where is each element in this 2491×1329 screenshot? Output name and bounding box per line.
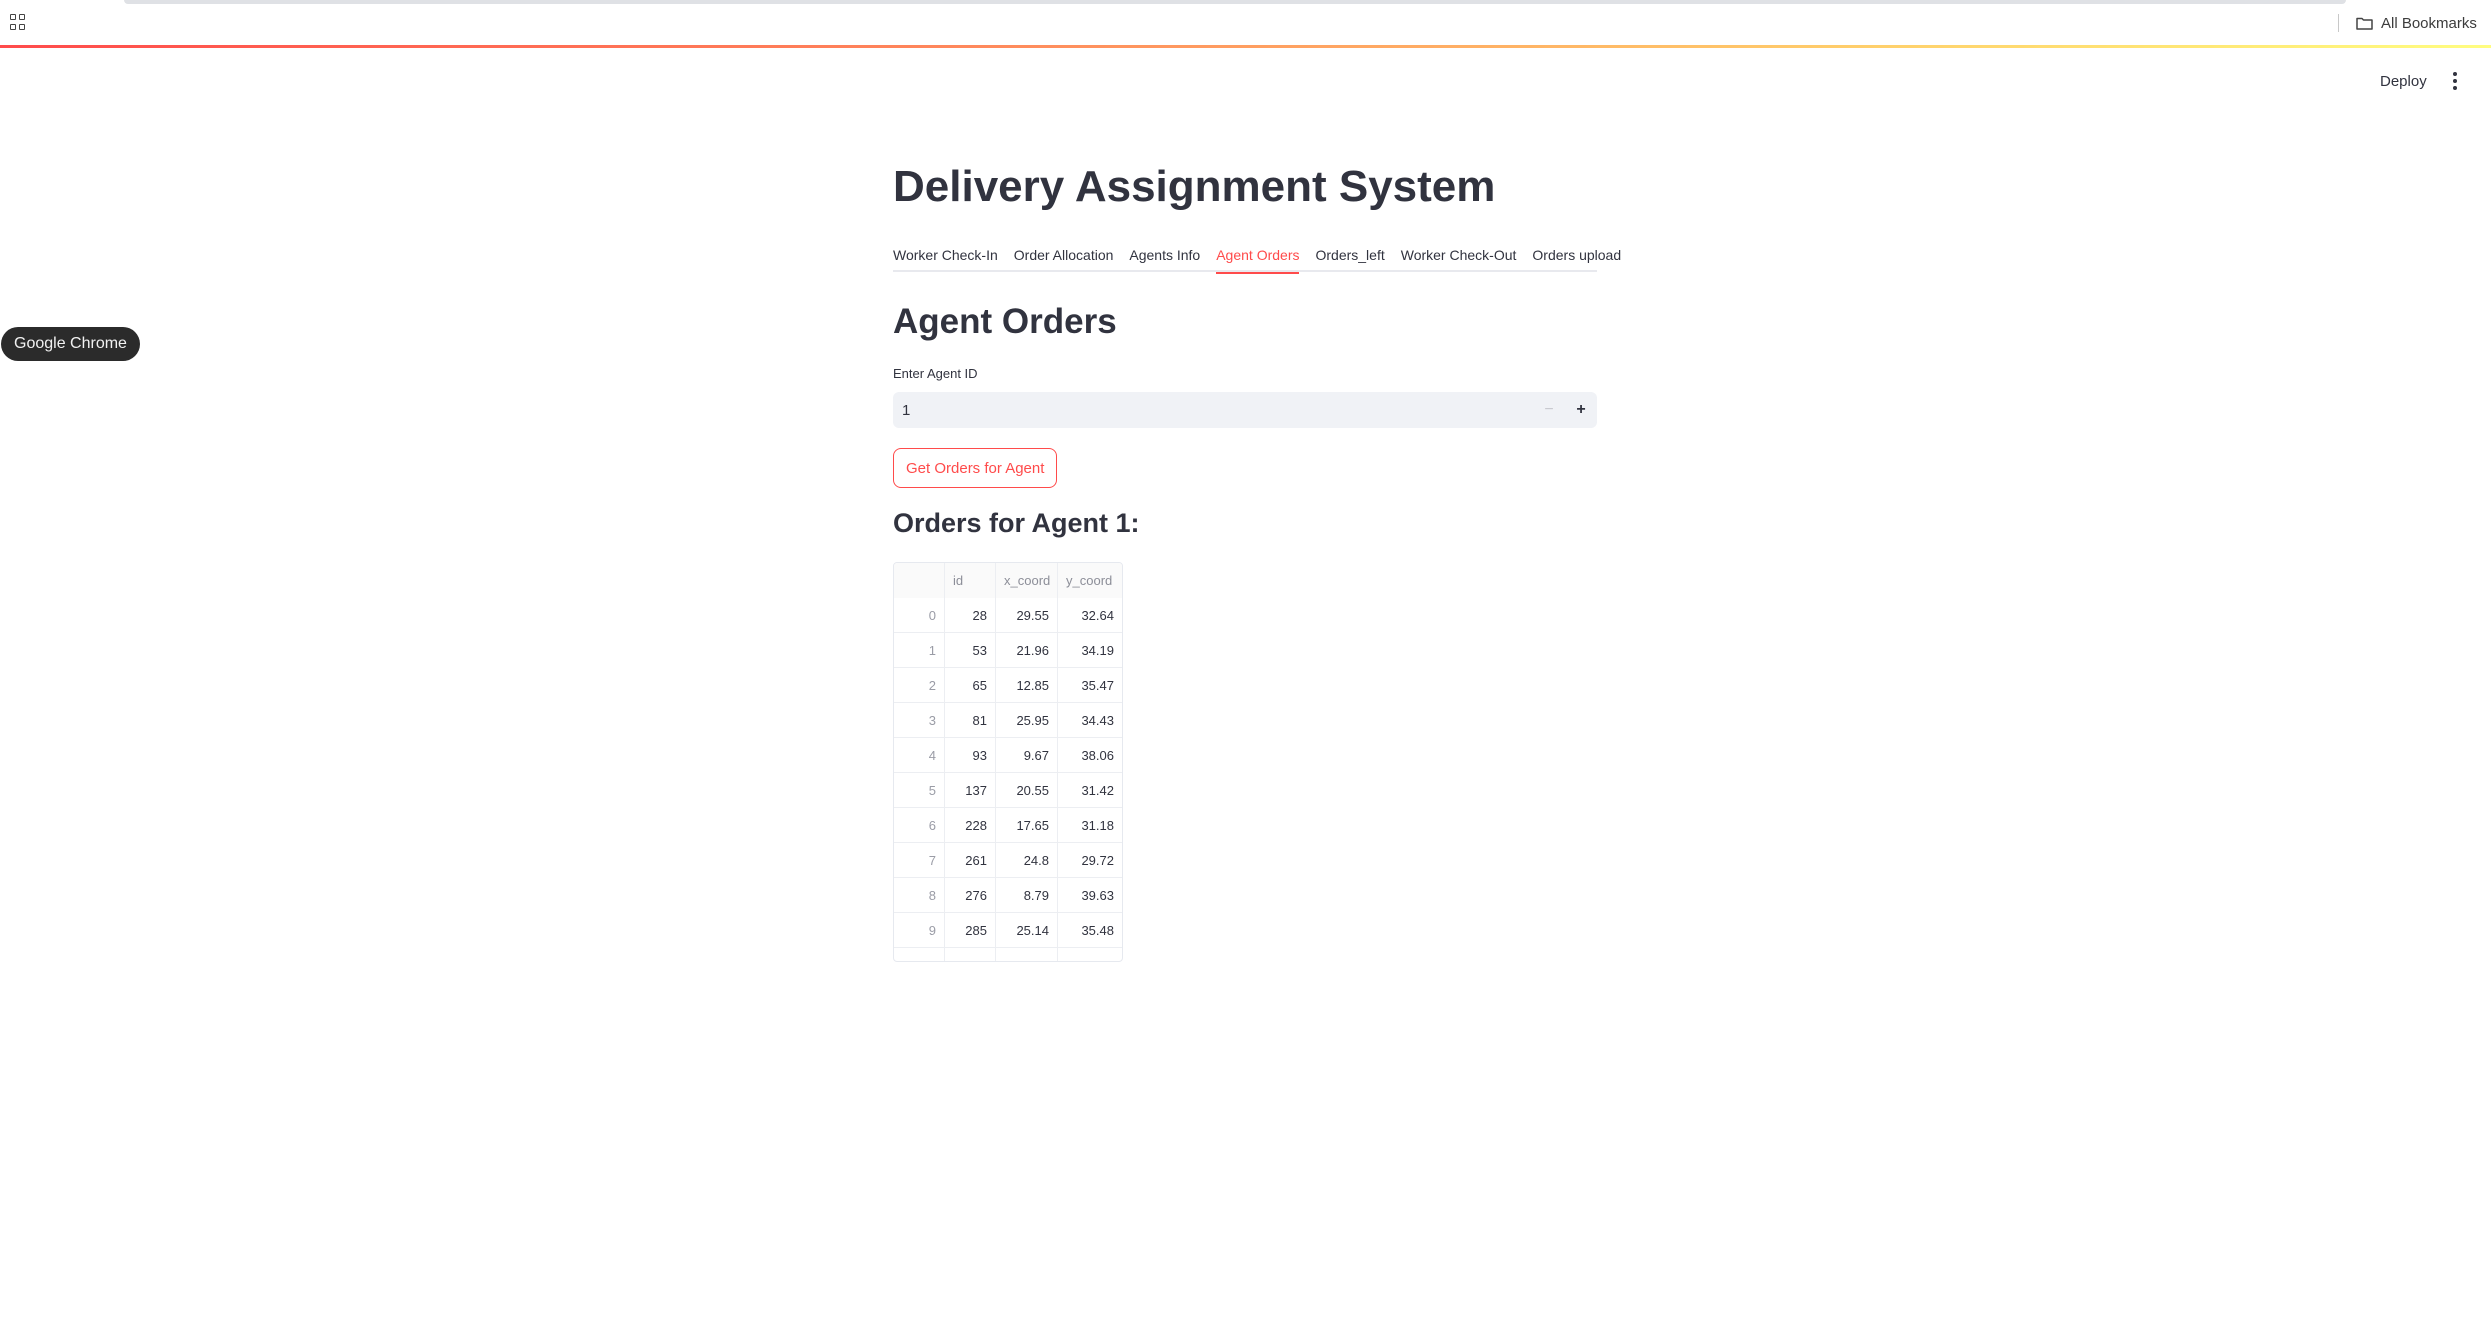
y-coord-cell[interactable]: 34.19 bbox=[1058, 633, 1122, 668]
increment-button[interactable]: + bbox=[1565, 392, 1597, 428]
bookmarks-divider bbox=[2338, 14, 2339, 32]
x-coord-cell[interactable]: 25.14 bbox=[996, 913, 1058, 948]
get-orders-button[interactable]: Get Orders for Agent bbox=[893, 448, 1058, 488]
column-header-index[interactable] bbox=[894, 563, 945, 598]
id-cell[interactable]: 228 bbox=[945, 808, 996, 843]
y-coord-cell[interactable]: 35.47 bbox=[1058, 668, 1122, 703]
x-coord-cell[interactable]: 24.8 bbox=[996, 843, 1058, 878]
x-coord-cell[interactable]: 21.96 bbox=[996, 633, 1058, 668]
id-cell[interactable]: 285 bbox=[945, 913, 996, 948]
y-coord-cell[interactable]: 31.42 bbox=[1058, 773, 1122, 808]
main-menu-icon[interactable] bbox=[2448, 70, 2462, 92]
row-index-cell[interactable]: 5 bbox=[894, 773, 945, 808]
row-index-cell[interactable]: 2 bbox=[894, 668, 945, 703]
folder-icon bbox=[2356, 17, 2373, 30]
y-coord-cell[interactable]: 31.18 bbox=[1058, 808, 1122, 843]
column-header-id[interactable]: id bbox=[945, 563, 996, 598]
tab-order-allocation[interactable]: Order Allocation bbox=[1014, 238, 1114, 272]
apps-grid-icon[interactable] bbox=[10, 14, 26, 30]
agent-id-label: Enter Agent ID bbox=[893, 366, 978, 381]
orders-dataframe[interactable]: id x_coord y_coord 0 28 29.55 32.64 1 53 21.96… bbox=[893, 562, 1123, 962]
row-index-cell[interactable]: 3 bbox=[894, 703, 945, 738]
table-row: 5 137 20.55 31.42 bbox=[894, 773, 1122, 808]
agent-id-number-input: − + bbox=[893, 392, 1597, 428]
table-row: 9 285 25.14 35.48 bbox=[894, 913, 1122, 948]
table-row: 1 53 21.96 34.19 bbox=[894, 633, 1122, 668]
row-index-cell[interactable]: 6 bbox=[894, 808, 945, 843]
column-header-y-coord[interactable]: y_coord bbox=[1058, 563, 1122, 598]
column-header-x-coord[interactable]: x_coord bbox=[996, 563, 1058, 598]
tab-agents-info[interactable]: Agents Info bbox=[1129, 238, 1200, 272]
id-cell[interactable]: 137 bbox=[945, 773, 996, 808]
y-coord-cell[interactable]: 29.72 bbox=[1058, 843, 1122, 878]
id-cell[interactable]: 65 bbox=[945, 668, 996, 703]
row-index-cell[interactable]: 1 bbox=[894, 633, 945, 668]
id-cell[interactable]: 53 bbox=[945, 633, 996, 668]
x-coord-cell[interactable]: 20.55 bbox=[996, 773, 1058, 808]
table-header-row: id x_coord y_coord bbox=[894, 563, 1122, 598]
row-index-cell[interactable]: 8 bbox=[894, 878, 945, 913]
orders-result-heading: Orders for Agent 1: bbox=[893, 508, 1140, 538]
tab-worker-check-in[interactable]: Worker Check-In bbox=[893, 238, 998, 272]
table-row: 4 93 9.67 38.06 bbox=[894, 738, 1122, 773]
x-coord-cell[interactable]: 12.85 bbox=[996, 668, 1058, 703]
tab-worker-check-out[interactable]: Worker Check-Out bbox=[1401, 238, 1517, 272]
tab-orders-left[interactable]: Orders_left bbox=[1315, 238, 1384, 272]
deploy-button[interactable]: Deploy bbox=[2372, 68, 2435, 94]
table-row: 7 261 24.8 29.72 bbox=[894, 843, 1122, 878]
row-index-cell[interactable]: 7 bbox=[894, 843, 945, 878]
table-body: 0 28 29.55 32.64 1 53 21.96 34.19 2 65 12.85 35.47 3… bbox=[894, 598, 1122, 948]
table-row: 2 65 12.85 35.47 bbox=[894, 668, 1122, 703]
y-coord-cell[interactable]: 38.06 bbox=[1058, 738, 1122, 773]
x-coord-cell[interactable]: 9.67 bbox=[996, 738, 1058, 773]
x-coord-cell[interactable]: 29.55 bbox=[996, 598, 1058, 633]
table-row: 6 228 17.65 31.18 bbox=[894, 808, 1122, 843]
tab-agent-orders[interactable]: Agent Orders bbox=[1216, 238, 1300, 274]
bookmarks-bar: All Bookmarks bbox=[0, 0, 2491, 46]
y-coord-cell[interactable]: 34.43 bbox=[1058, 703, 1122, 738]
all-bookmarks-button[interactable]: All Bookmarks bbox=[2356, 12, 2477, 34]
table-row: 8 276 8.79 39.63 bbox=[894, 878, 1122, 913]
id-cell[interactable]: 93 bbox=[945, 738, 996, 773]
all-bookmarks-label: All Bookmarks bbox=[2381, 14, 2477, 32]
id-cell[interactable]: 276 bbox=[945, 878, 996, 913]
tab-orders-upload[interactable]: Orders upload bbox=[1532, 238, 1621, 272]
decrement-button[interactable]: − bbox=[1533, 392, 1565, 428]
x-coord-cell[interactable]: 25.95 bbox=[996, 703, 1058, 738]
tab-strip-edge bbox=[124, 0, 2346, 4]
page-title: Delivery Assignment System bbox=[893, 162, 1496, 211]
id-cell[interactable]: 81 bbox=[945, 703, 996, 738]
tab-bar: Worker Check-In Order Allocation Agents … bbox=[893, 238, 1621, 274]
id-cell[interactable]: 28 bbox=[945, 598, 996, 633]
table-row: 3 81 25.95 34.43 bbox=[894, 703, 1122, 738]
section-title: Agent Orders bbox=[893, 302, 1117, 341]
x-coord-cell[interactable]: 17.65 bbox=[996, 808, 1058, 843]
table-row-partial bbox=[894, 948, 1122, 961]
app-decoration-bar bbox=[0, 45, 2491, 48]
row-index-cell[interactable]: 4 bbox=[894, 738, 945, 773]
y-coord-cell[interactable]: 39.63 bbox=[1058, 878, 1122, 913]
row-index-cell[interactable]: 0 bbox=[894, 598, 945, 633]
chrome-tooltip: Google Chrome bbox=[1, 327, 140, 361]
y-coord-cell[interactable]: 32.64 bbox=[1058, 598, 1122, 633]
table-row: 0 28 29.55 32.64 bbox=[894, 598, 1122, 633]
y-coord-cell[interactable]: 35.48 bbox=[1058, 913, 1122, 948]
row-index-cell[interactable]: 9 bbox=[894, 913, 945, 948]
agent-id-field[interactable] bbox=[893, 392, 1533, 428]
x-coord-cell[interactable]: 8.79 bbox=[996, 878, 1058, 913]
id-cell[interactable]: 261 bbox=[945, 843, 996, 878]
